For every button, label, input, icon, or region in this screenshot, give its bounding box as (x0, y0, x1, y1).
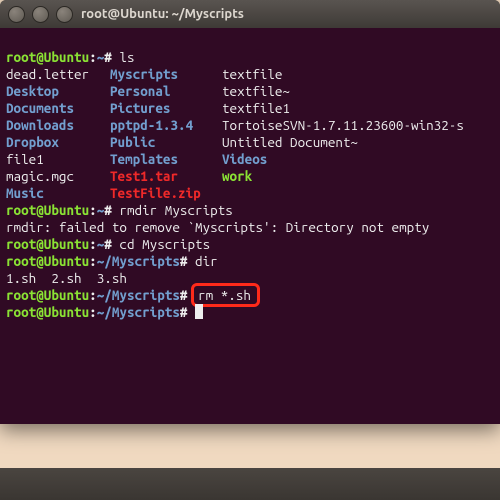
ls-item: textfile (222, 66, 282, 82)
prompt-user: root@Ubuntu (6, 287, 89, 303)
ls-item: textfile~ (222, 83, 290, 99)
terminal-body[interactable]: root@Ubuntu:~# ls dead.letterMyscriptste… (0, 28, 500, 424)
ls-item: file1 (6, 151, 110, 168)
command: cd Myscripts (119, 236, 210, 252)
ls-item: pptpd-1.3.4 (110, 117, 222, 134)
ls-item: Public (110, 134, 222, 151)
prompt-path: ~/Myscripts (97, 304, 180, 320)
ls-item: magic.mgc (6, 168, 110, 185)
prompt-user: root@Ubuntu (6, 236, 89, 252)
output-line: rmdir: failed to remove `Myscripts': Dir… (6, 219, 429, 235)
ls-item: dead.letter (6, 66, 110, 83)
prompt-path: ~/Myscripts (97, 287, 180, 303)
prompt-user: root@Ubuntu (6, 49, 89, 65)
cursor-icon (195, 304, 203, 319)
command: ls (119, 49, 134, 65)
prompt-user: root@Ubuntu (6, 202, 89, 218)
command: dir (195, 253, 218, 269)
ls-item: Dropbox (6, 134, 110, 151)
ls-item: Videos (222, 151, 267, 167)
ls-item: Documents (6, 100, 110, 117)
window-title: root@Ubuntu: ~/Myscripts (81, 7, 244, 21)
ls-item: Templates (110, 151, 222, 168)
close-icon[interactable] (8, 6, 25, 23)
prompt-user: root@Ubuntu (6, 304, 89, 320)
output-line: 1.sh 2.sh 3.sh (6, 270, 127, 286)
command: rmdir Myscripts (119, 202, 232, 218)
minimize-icon[interactable] (32, 6, 49, 23)
titlebar[interactable]: root@Ubuntu: ~/Myscripts (0, 0, 500, 28)
ls-item: Desktop (6, 83, 110, 100)
prompt-path: ~/Myscripts (97, 253, 180, 269)
ls-item: Myscripts (110, 66, 222, 83)
command: rm *.sh (198, 287, 251, 303)
ls-item: textfile1 (222, 100, 290, 116)
ls-item: Personal (110, 83, 222, 100)
ls-item: Pictures (110, 100, 222, 117)
bottom-panel[interactable] (0, 468, 500, 500)
ls-item: TortoiseSVN-1.7.11.23600-win32-s (222, 117, 464, 133)
ls-item: work (222, 168, 252, 184)
ls-item: Downloads (6, 117, 110, 134)
terminal-window: root@Ubuntu: ~/Myscripts root@Ubuntu:~# … (0, 0, 500, 424)
ls-item: Untitled Document~ (222, 134, 358, 150)
ls-item: TestFile.zip (110, 185, 222, 202)
ls-item: Test1.tar (110, 168, 222, 185)
prompt-user: root@Ubuntu (6, 253, 89, 269)
ls-item: Music (6, 185, 110, 202)
window-controls (8, 6, 73, 23)
maximize-icon[interactable] (56, 6, 73, 23)
